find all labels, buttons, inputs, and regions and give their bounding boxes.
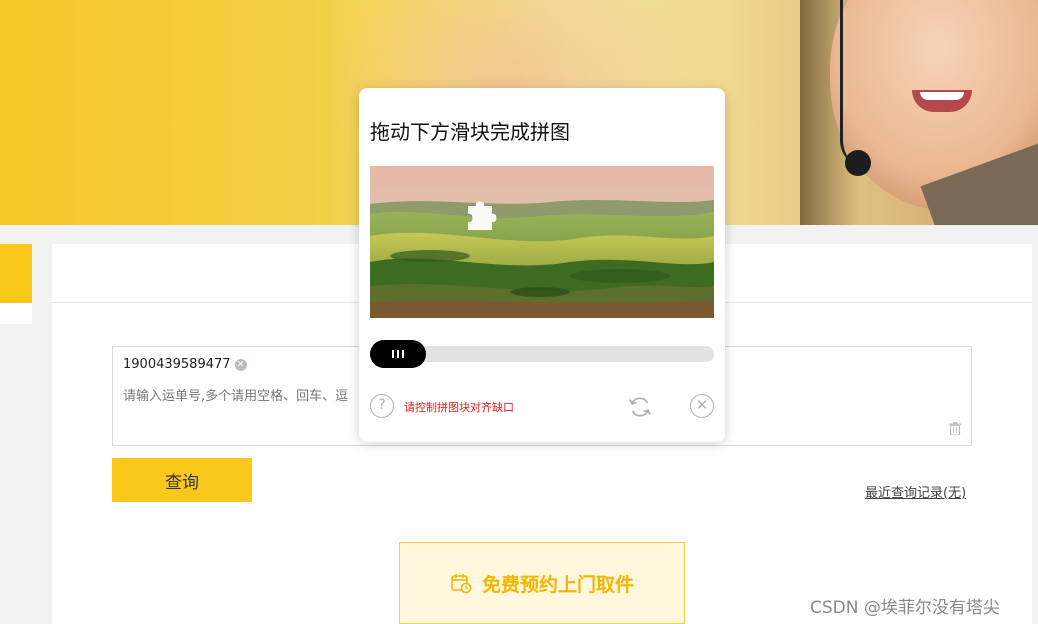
- captcha-hint: 请控制拼图块对齐缺口: [404, 401, 514, 414]
- side-card-accent: [0, 244, 32, 303]
- waybill-tag: 1900439589477 ✕: [123, 357, 247, 372]
- waybill-placeholder: 请输入运单号,多个请用空格、回车、逗: [123, 389, 349, 404]
- captcha-puzzle-image: [370, 166, 714, 318]
- calendar-clock-icon: [451, 574, 472, 594]
- captcha-title: 拖动下方滑块完成拼图: [370, 120, 570, 144]
- query-button[interactable]: 查询: [112, 458, 252, 502]
- free-pickup-label: 免费预约上门取件: [481, 573, 634, 596]
- side-card: [0, 244, 32, 324]
- trash-icon[interactable]: [949, 422, 961, 435]
- remove-tag-icon[interactable]: ✕: [234, 358, 247, 371]
- headset-mic-icon: [845, 150, 871, 176]
- waybill-tag-value: 1900439589477: [123, 357, 231, 372]
- recent-queries-link[interactable]: 最近查询记录(无): [865, 482, 966, 501]
- csdn-watermark: CSDN @埃菲尔没有塔尖: [810, 598, 1000, 618]
- help-icon[interactable]: ?: [370, 394, 394, 418]
- captcha-modal: 拖动下方滑块完成拼图 ? 请控制拼图块对齐缺口 ✕: [359, 88, 725, 442]
- free-pickup-button[interactable]: 免费预约上门取件: [399, 542, 685, 624]
- captcha-slider-handle[interactable]: [370, 340, 426, 368]
- headset-mic-boom: [840, 0, 870, 170]
- refresh-icon[interactable]: [627, 394, 653, 420]
- close-icon[interactable]: ✕: [690, 394, 714, 418]
- grip-line-icon: [392, 350, 394, 358]
- grip-line-icon: [397, 350, 399, 358]
- puzzle-piece-gap-icon: [468, 201, 497, 230]
- banner-agent-teeth: [920, 92, 964, 100]
- grip-line-icon: [402, 350, 404, 358]
